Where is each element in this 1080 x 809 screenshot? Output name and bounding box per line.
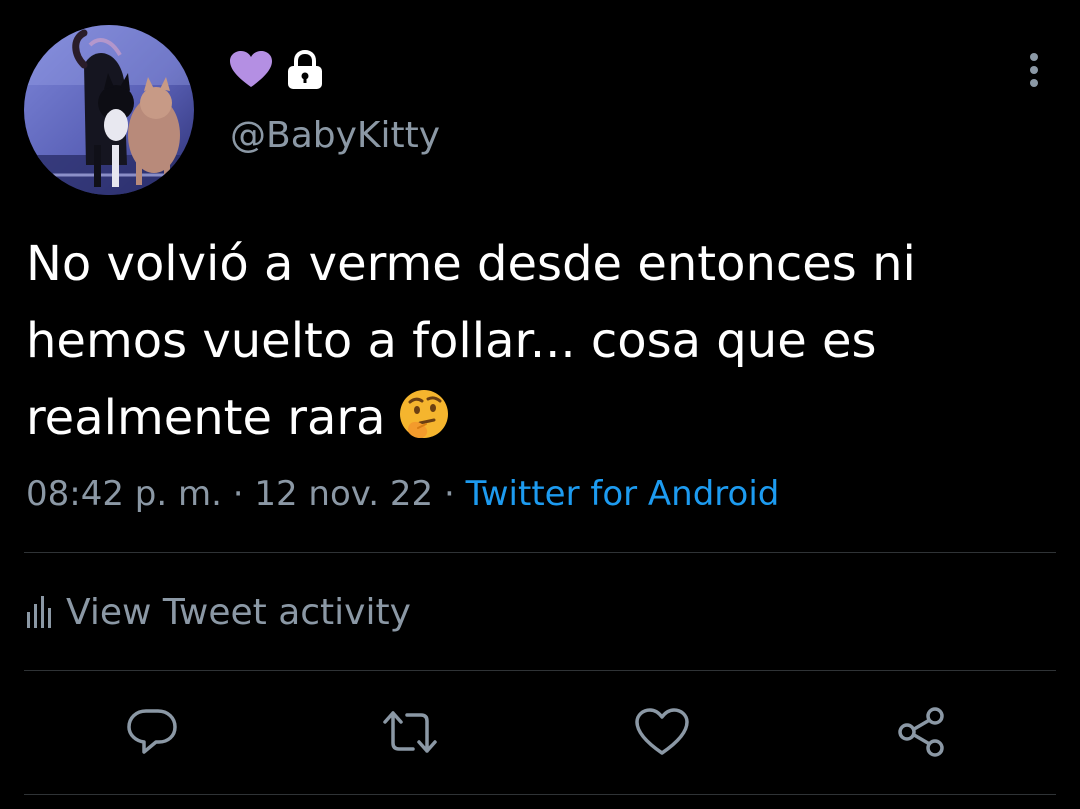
view-tweet-activity-label: View Tweet activity (66, 591, 411, 633)
tweet-line: No volvió a verme desde entonces ni (26, 236, 916, 292)
purple-heart-icon (230, 51, 272, 87)
lock-icon (288, 50, 322, 89)
meta-separator: · (433, 474, 466, 514)
avatar[interactable] (24, 25, 194, 195)
tweet-source-link[interactable]: Twitter for Android (466, 474, 780, 514)
like-icon (635, 708, 689, 755)
thinking-face-icon (399, 390, 448, 438)
share-button[interactable] (891, 702, 951, 762)
share-icon (898, 707, 944, 757)
more-vertical-icon (1030, 53, 1038, 87)
retweet-icon (383, 711, 437, 753)
more-options-button[interactable] (1014, 50, 1054, 90)
retweet-button[interactable] (380, 702, 440, 762)
avatar-photo (24, 25, 194, 195)
user-handle[interactable]: @BabyKitty (230, 112, 440, 160)
meta-separator: · (221, 474, 255, 514)
tweet-text: No volvió a verme desde entonces ni hemo… (26, 226, 1056, 457)
tweet-date: 12 nov. 22 (254, 474, 434, 514)
reply-icon (127, 709, 177, 754)
tweet-line: hemos vuelto a follar... cosa que es (26, 313, 877, 369)
tweet-meta: 08:42 p. m. · 12 nov. 22 · Twitter for A… (26, 470, 779, 518)
divider (24, 794, 1056, 795)
divider (24, 670, 1056, 671)
reply-button[interactable] (122, 702, 182, 762)
bar-chart-icon (27, 596, 51, 628)
tweet-time: 08:42 p. m. (26, 474, 222, 514)
view-tweet-activity-button[interactable]: View Tweet activity (26, 584, 411, 640)
like-button[interactable] (632, 702, 692, 762)
divider (24, 552, 1056, 553)
tweet-line-last: realmente rara (26, 380, 1056, 457)
tweet-line-text: realmente rara (26, 390, 386, 446)
display-name-badges[interactable] (230, 50, 324, 90)
